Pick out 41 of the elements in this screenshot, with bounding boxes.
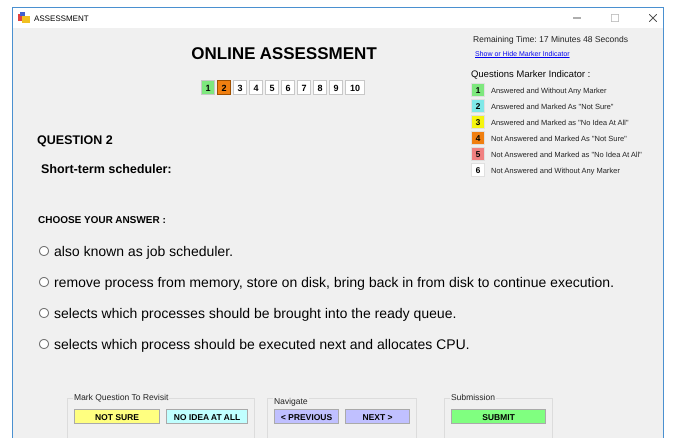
question-button[interactable]: 7 bbox=[297, 80, 311, 95]
group-title: Submission bbox=[450, 392, 496, 402]
radio-button[interactable] bbox=[39, 308, 49, 318]
window-title: ASSESSMENT bbox=[34, 14, 89, 22]
app-icon bbox=[18, 12, 30, 24]
question-number: QUESTION 2 bbox=[37, 133, 114, 147]
question-text: Short-term scheduler: bbox=[41, 162, 173, 176]
marker-swatch: 6 bbox=[471, 163, 485, 177]
action-button[interactable]: NO IDEA AT ALL bbox=[166, 409, 248, 424]
option-label[interactable]: selects which process should be executed next and allocates CPU. bbox=[54, 336, 470, 352]
legend-title: Questions Marker Indicator : bbox=[471, 69, 592, 80]
action-button[interactable]: NOT SURE bbox=[74, 409, 160, 424]
marker-swatch: 3 bbox=[471, 115, 485, 129]
marker-swatch: 4 bbox=[471, 131, 485, 145]
question-button[interactable]: 10 bbox=[345, 80, 365, 95]
page-heading: ONLINE ASSESSMENT bbox=[191, 44, 377, 64]
close-icon[interactable] bbox=[649, 14, 657, 22]
group-title: Mark Question To Revisit bbox=[73, 392, 170, 402]
question-button[interactable]: 8 bbox=[313, 80, 327, 95]
question-button[interactable]: 4 bbox=[249, 80, 263, 95]
action-button[interactable]: SUBMIT bbox=[451, 409, 546, 424]
question-button[interactable]: 9 bbox=[329, 80, 343, 95]
group-title: Navigate bbox=[273, 396, 309, 406]
question-button[interactable]: 6 bbox=[281, 80, 295, 95]
marker-swatch: 2 bbox=[471, 99, 485, 113]
question-button[interactable]: 5 bbox=[265, 80, 279, 95]
action-button[interactable]: < PREVIOUS bbox=[274, 409, 339, 424]
option-label[interactable]: also known as job scheduler. bbox=[54, 243, 233, 259]
answer-prompt: CHOOSE YOUR ANSWER : bbox=[38, 215, 167, 226]
question-button[interactable]: 3 bbox=[233, 80, 247, 95]
remaining-time: Remaining Time: 17 Minutes 48 Seconds bbox=[473, 34, 629, 44]
question-button[interactable]: 1 bbox=[201, 80, 215, 95]
marker-swatch: 5 bbox=[471, 147, 485, 161]
option-label[interactable]: remove process from memory, store on disk, bring back in from disk to continue execution. bbox=[54, 274, 614, 290]
option-label[interactable]: selects which processes should be brought into the ready queue. bbox=[54, 305, 456, 321]
radio-button[interactable] bbox=[39, 246, 49, 256]
question-button[interactable]: 2 bbox=[217, 80, 231, 95]
radio-button[interactable] bbox=[39, 277, 49, 287]
marker-swatch: 1 bbox=[471, 83, 485, 97]
action-button[interactable]: NEXT > bbox=[345, 409, 410, 424]
radio-button[interactable] bbox=[39, 339, 49, 349]
